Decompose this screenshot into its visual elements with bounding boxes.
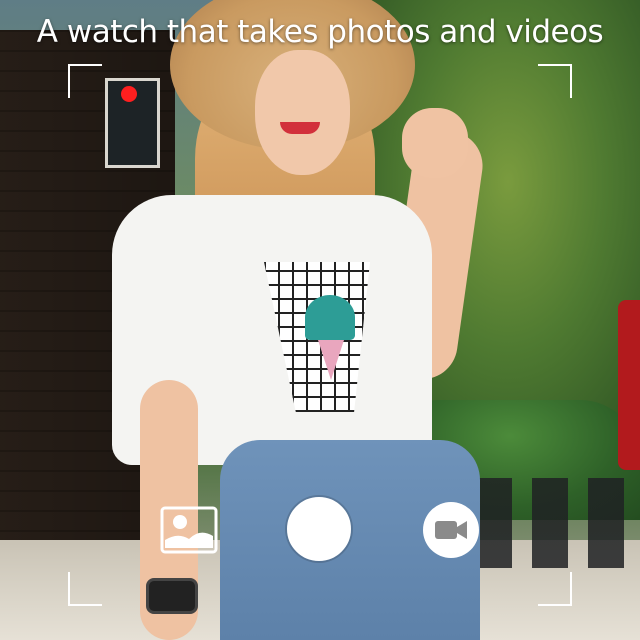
frame-corner-bottom-right — [538, 572, 572, 606]
headline-text: A watch that takes photos and videos — [36, 14, 604, 50]
frame-corner-top-left — [68, 64, 102, 98]
frame-corner-bottom-left — [68, 572, 102, 606]
video-mode-button[interactable] — [423, 502, 479, 558]
gallery-button[interactable] — [160, 506, 218, 554]
shutter-button[interactable] — [287, 497, 351, 561]
person-face — [255, 50, 350, 175]
shirt-plant-graphic — [305, 295, 355, 340]
image-gallery-icon — [160, 506, 218, 554]
frame-corner-top-right — [538, 64, 572, 98]
video-camera-icon — [435, 521, 467, 539]
red-banner — [618, 300, 640, 470]
person-smile — [280, 122, 320, 134]
smartwatch — [146, 578, 198, 614]
recording-dot-icon — [121, 86, 137, 102]
person-raised-hand — [402, 108, 468, 178]
camera-viewfinder: A watch that takes photos and videos — [0, 0, 640, 640]
